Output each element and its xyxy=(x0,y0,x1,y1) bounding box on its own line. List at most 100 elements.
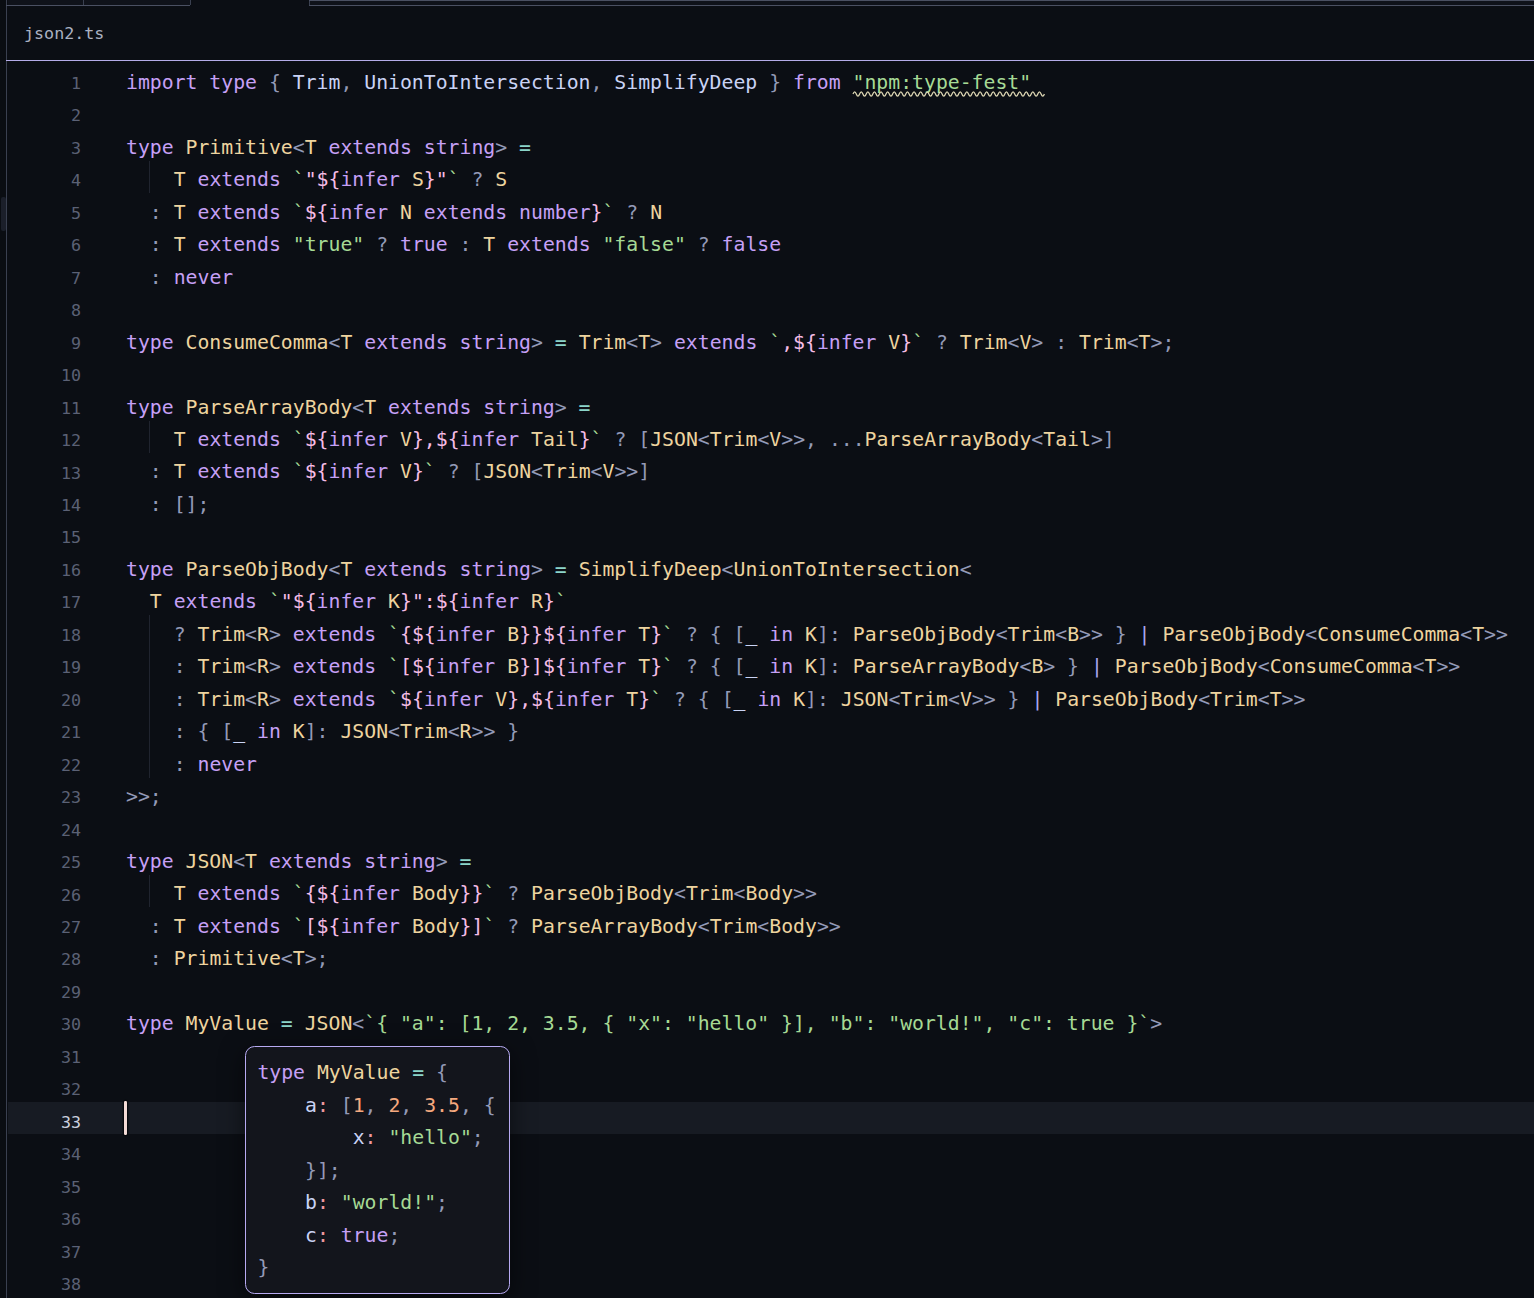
code-line[interactable]: ​ xyxy=(126,359,1508,391)
line-number[interactable]: 34 xyxy=(0,1138,81,1170)
token-pu: , xyxy=(591,71,615,94)
line-number[interactable]: 28 xyxy=(0,943,81,975)
line-number[interactable]: 27 xyxy=(0,911,81,943)
line-number[interactable]: 3 xyxy=(0,132,81,164)
code-line[interactable]: T extends `${infer V},${infer Tail}` ? [… xyxy=(126,424,1508,456)
line-number[interactable]: 23 xyxy=(0,781,81,813)
line-number[interactable]: 2 xyxy=(0,99,81,131)
file-name-label: json2.ts xyxy=(24,23,104,43)
line-number[interactable]: 6 xyxy=(0,229,81,261)
line-number[interactable]: 26 xyxy=(0,879,81,911)
code-line[interactable]: ? Trim<R> extends `{${infer B}}${infer T… xyxy=(126,619,1508,651)
token-ty: Primitive xyxy=(174,947,281,970)
token-pk: { xyxy=(305,882,317,905)
line-number[interactable]: 11 xyxy=(0,392,81,424)
code-line[interactable]: type MyValue = JSON<`{ "a": [1, 2, 3.5, … xyxy=(126,1008,1508,1040)
token-tx: SimplifyDeep xyxy=(614,71,757,94)
line-number[interactable]: 16 xyxy=(0,554,81,586)
token-tx xyxy=(126,915,150,938)
line-number[interactable]: 14 xyxy=(0,489,81,521)
token-mc: : xyxy=(317,1191,329,1214)
code-line[interactable]: ​ xyxy=(126,99,1508,131)
line-number[interactable]: 19 xyxy=(0,651,81,683)
line-number[interactable]: 37 xyxy=(0,1236,81,1268)
line-number[interactable]: 12 xyxy=(0,424,81,456)
code-line[interactable]: T extends `{${infer Body}}` ? ParseObjBo… xyxy=(126,878,1508,910)
line-number[interactable]: 4 xyxy=(0,164,81,196)
popup-code-line: b: "world!"; xyxy=(257,1187,495,1219)
token-ty: ParseObjBody xyxy=(1162,623,1305,646)
line-number[interactable]: 22 xyxy=(0,749,81,781)
code-line[interactable]: : Trim<R> extends `[${infer B}]${infer T… xyxy=(126,651,1508,683)
token-lv: | xyxy=(1091,655,1103,678)
line-number[interactable]: 17 xyxy=(0,586,81,618)
code-line[interactable]: : { [_ in K]: JSON<Trim<R>> } xyxy=(126,716,1508,748)
line-number[interactable]: 10 xyxy=(0,359,81,391)
line-number[interactable]: 24 xyxy=(0,814,81,846)
code-line[interactable]: type JSON<T extends string> = xyxy=(126,846,1508,878)
token-ty: Tail xyxy=(531,428,579,451)
token-pu: < xyxy=(1198,688,1210,711)
line-number[interactable]: 25 xyxy=(0,846,81,878)
token-ty: R xyxy=(257,623,269,646)
token-pu: < xyxy=(698,428,710,451)
line-number[interactable]: 13 xyxy=(0,457,81,489)
token-ty: JSON xyxy=(483,460,531,483)
line-number[interactable]: 15 xyxy=(0,521,81,553)
token-pk: { xyxy=(400,623,412,646)
token-pu: : xyxy=(150,460,174,483)
code-line[interactable]: : []; xyxy=(126,489,1508,521)
token-pu: < xyxy=(1127,331,1139,354)
line-number[interactable]: 32 xyxy=(0,1073,81,1105)
code-line[interactable]: : T extends `${infer V}` ? [JSON<Trim<V>… xyxy=(126,456,1508,488)
token-pu: > xyxy=(531,558,555,581)
line-number[interactable]: 38 xyxy=(0,1268,81,1298)
token-pu: >> xyxy=(1484,623,1508,646)
code-line[interactable]: : never xyxy=(126,262,1508,294)
line-number[interactable]: 1 xyxy=(0,67,81,99)
token-ty: MyValue xyxy=(186,1012,281,1035)
code-line[interactable]: ​ xyxy=(126,813,1508,845)
line-number[interactable]: 31 xyxy=(0,1041,81,1073)
line-number[interactable]: 20 xyxy=(0,684,81,716)
code-line[interactable]: type Primitive<T extends string> = xyxy=(126,132,1508,164)
token-pu: { [ xyxy=(710,623,746,646)
code-line[interactable]: : Primitive<T>; xyxy=(126,943,1508,975)
token-ty: JSON xyxy=(340,720,388,743)
code-editor[interactable]: import type { Trim, UnionToIntersection,… xyxy=(126,67,1508,1041)
code-line[interactable]: ​ xyxy=(126,521,1508,553)
code-line[interactable]: : T extends `${infer N extends number}` … xyxy=(126,197,1508,229)
line-number[interactable]: 5 xyxy=(0,197,81,229)
token-pu: { [ xyxy=(197,720,233,743)
line-number[interactable]: 18 xyxy=(0,619,81,651)
code-line[interactable]: ​ xyxy=(126,976,1508,1008)
token-pu: { xyxy=(269,71,293,94)
token-kw: type xyxy=(126,136,186,159)
line-number[interactable]: 7 xyxy=(0,262,81,294)
code-line[interactable]: : Trim<R> extends `${infer V},${infer T}… xyxy=(126,684,1508,716)
token-pu: < xyxy=(531,460,543,483)
line-number[interactable]: 9 xyxy=(0,327,81,359)
token-pk: ${ xyxy=(412,623,436,646)
code-line[interactable]: type ConsumeComma<T extends string> = Tr… xyxy=(126,327,1508,359)
line-number[interactable]: 29 xyxy=(0,976,81,1008)
line-number[interactable]: 30 xyxy=(0,1008,81,1040)
line-number[interactable]: 35 xyxy=(0,1171,81,1203)
code-line[interactable]: : T extends `[${infer Body}]` ? ParseArr… xyxy=(126,911,1508,943)
code-line[interactable]: type ParseObjBody<T extends string> = Si… xyxy=(126,554,1508,586)
code-line[interactable]: import type { Trim, UnionToIntersection,… xyxy=(126,67,1508,99)
code-line[interactable]: type ParseArrayBody<T extends string> = xyxy=(126,392,1508,424)
code-line[interactable]: T extends `"${infer S}"` ? S xyxy=(126,164,1508,196)
code-line[interactable]: : never xyxy=(126,749,1508,781)
token-pu: , xyxy=(400,1094,424,1117)
line-number[interactable]: 36 xyxy=(0,1203,81,1235)
token-kw: infer xyxy=(460,590,531,613)
line-number[interactable]: 33 xyxy=(0,1106,81,1138)
token-ty: B xyxy=(1067,623,1079,646)
code-line[interactable]: ​ xyxy=(126,294,1508,326)
line-number[interactable]: 8 xyxy=(0,294,81,326)
code-line[interactable]: >>; xyxy=(126,781,1508,813)
line-number[interactable]: 21 xyxy=(0,716,81,748)
code-line[interactable]: T extends `"${infer K}":${infer R}` xyxy=(126,586,1508,618)
code-line[interactable]: : T extends "true" ? true : T extends "f… xyxy=(126,229,1508,261)
